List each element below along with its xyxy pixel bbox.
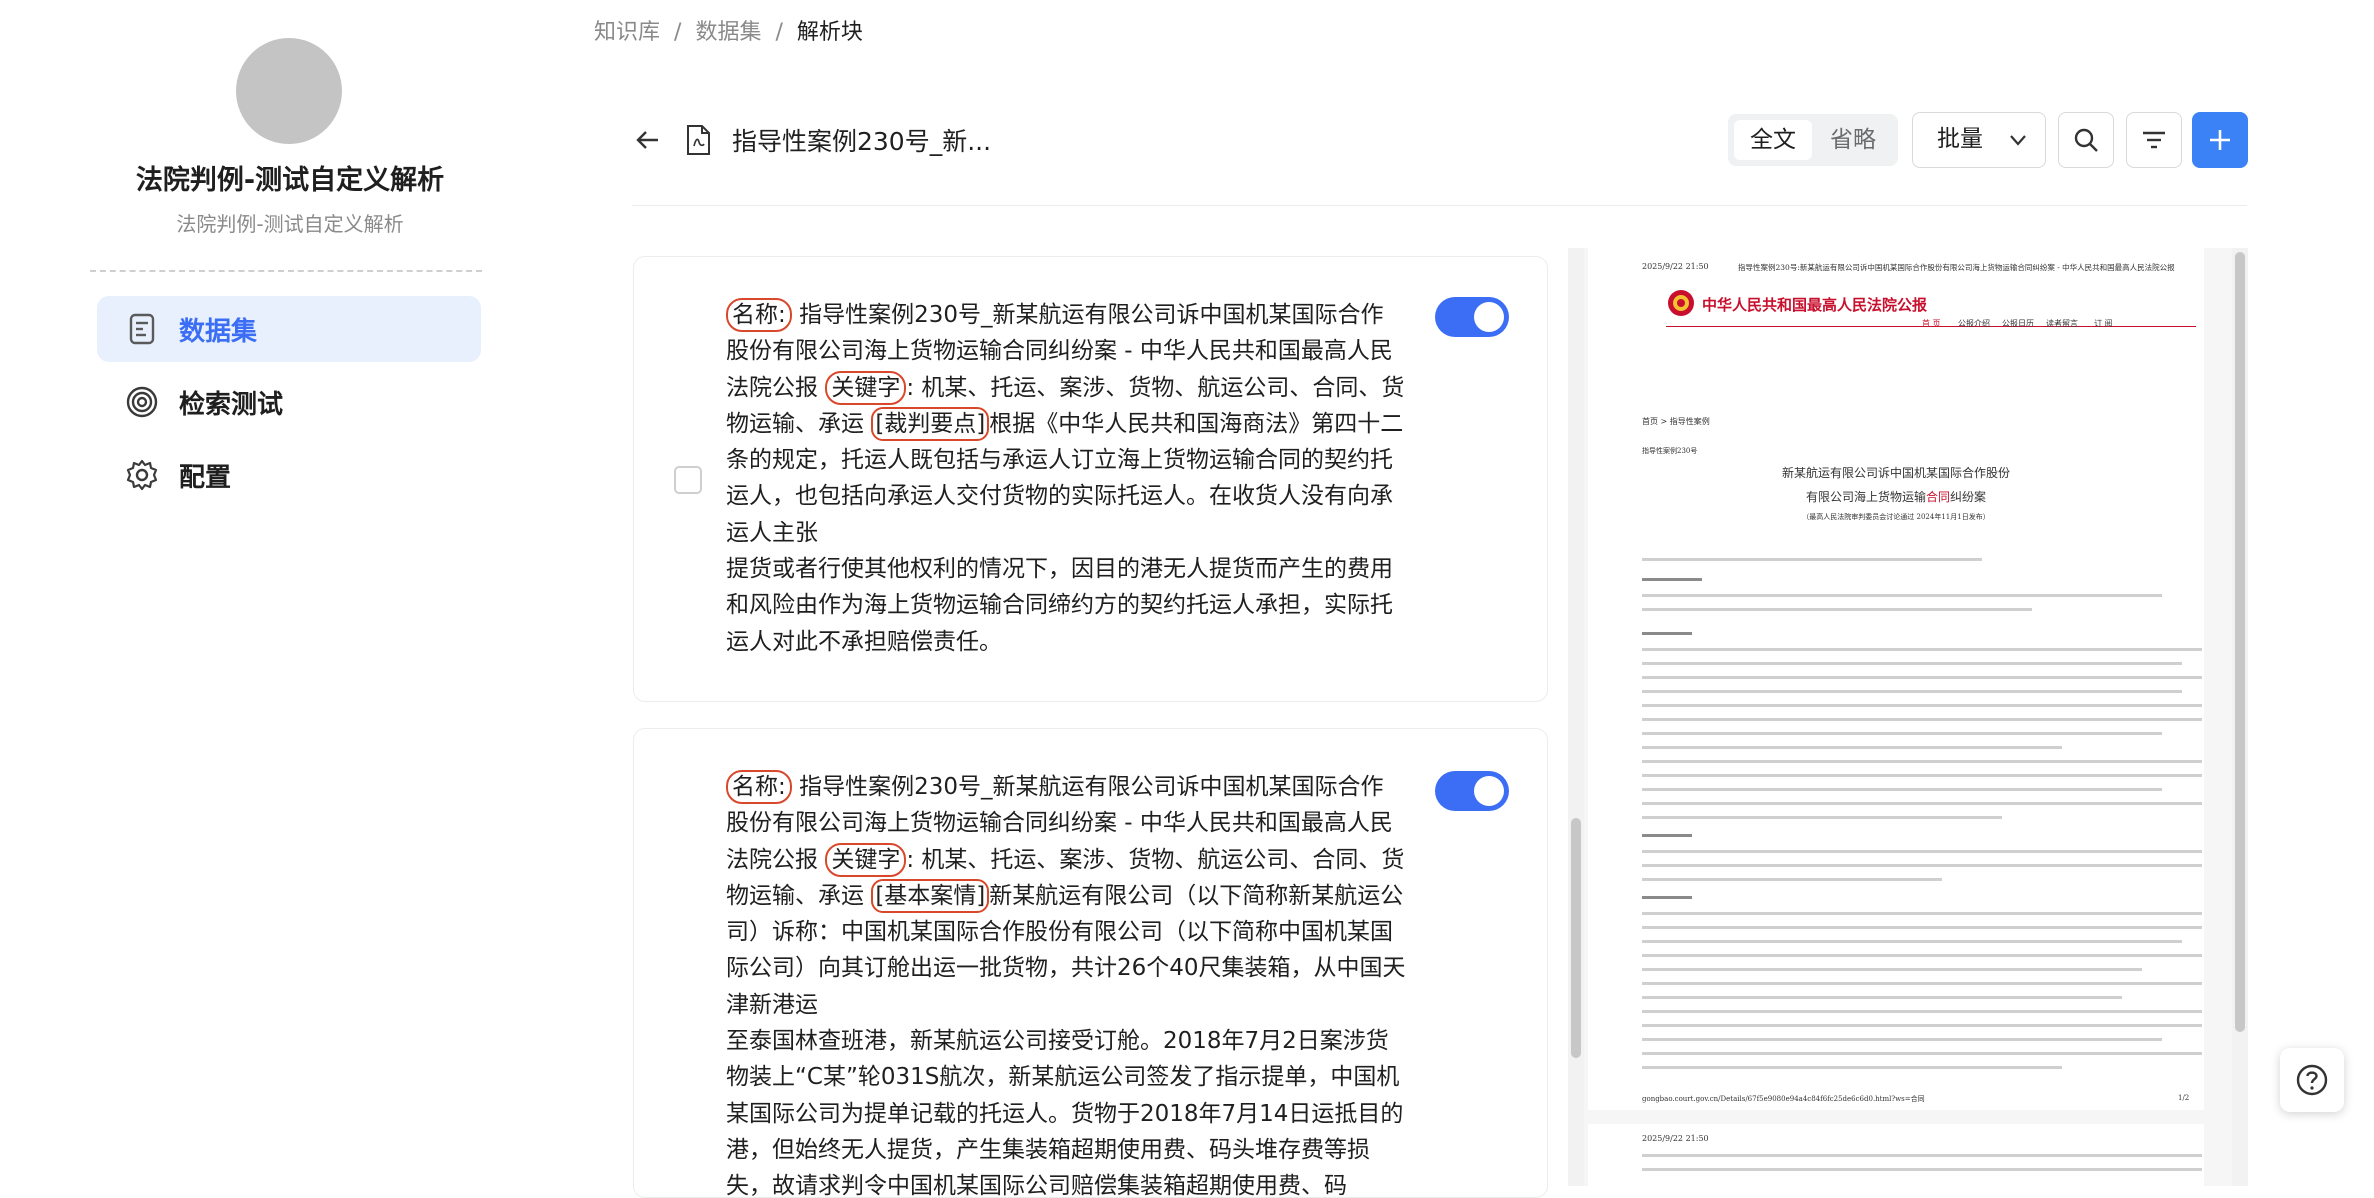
document-preview: 2025/9/22 21:50 指导性案例230号:新某航运有限公司诉中国机某国… <box>1584 248 2234 1186</box>
kb-title: 法院判例-测试自定义解析 <box>135 165 445 196</box>
breadcrumb: 知识库 / 数据集 / 解析块 <box>594 14 863 46</box>
preview-footer-page: 1/2 <box>2178 1094 2190 1102</box>
sidebar: 法院判例-测试自定义解析 法院判例-测试自定义解析 数据集 检索测试 配置 <box>0 0 580 1186</box>
view-mode-toggle: 全文 省略 <box>1728 114 1898 166</box>
preview-case-subtitle: （最高人民法院审判委员会讨论通过 2024年11月1日发布） <box>1802 513 1990 521</box>
full-text-option[interactable]: 全文 <box>1734 120 1812 160</box>
batch-dropdown[interactable]: 批量 <box>1912 112 2046 168</box>
preview-nav-home: 首 页 <box>1922 319 1941 328</box>
preview-masthead: 中华人民共和国最高人民法院公报 <box>1702 296 1928 314</box>
breadcrumb-separator: / <box>674 20 682 45</box>
toolbar-divider <box>632 205 2247 206</box>
preview-case-title-2b: 纠纷案 <box>1950 490 1987 504</box>
preview-date: 2025/9/22 21:50 <box>1642 262 1709 271</box>
chunk-enable-switch[interactable] <box>1435 297 1509 337</box>
preview-case-no: 指导性案例230号 <box>1642 447 1698 455</box>
dataset-icon <box>129 313 155 345</box>
preview-case-title-highlight: 合同 <box>1925 490 1950 504</box>
sidebar-item-label: 配置 <box>179 462 232 493</box>
sidebar-item-dataset[interactable]: 数据集 <box>97 296 481 362</box>
section-tag: [基本案情] <box>871 878 990 913</box>
preview-case-title-2: 有限公司海上货物运输合同纠纷案 <box>1588 488 2204 505</box>
chunk-enable-switch[interactable] <box>1435 771 1509 811</box>
preview-date-2: 2025/9/22 21:50 <box>1642 1134 1709 1143</box>
omit-option[interactable]: 省略 <box>1814 120 1892 160</box>
chunk-list-scrollbar[interactable] <box>1568 248 1584 1186</box>
chunk-content[interactable]: 名称: 指导性案例230号_新某航运有限公司诉中国机某国际合作股份有限公司海上货… <box>726 769 1406 1198</box>
keyword-tag: 关键字 <box>825 370 907 405</box>
preview-case-title-1: 新某航运有限公司诉中国机某国际合作股份 <box>1781 466 2010 480</box>
filter-button[interactable] <box>2126 112 2182 168</box>
preview-page: 2025/9/22 21:50 指导性案例230号:新某航运有限公司诉中国机某国… <box>1588 248 2204 1110</box>
name-tag: 名称: <box>726 298 792 332</box>
preview-nav-intro: 公报介绍 <box>1958 319 1990 328</box>
plus-icon <box>2210 130 2230 150</box>
scrollbar-thumb[interactable] <box>1571 818 1581 1058</box>
chunk-card[interactable]: 名称: 指导性案例230号_新某航运有限公司诉中国机某国际合作股份有限公司海上货… <box>633 256 1548 702</box>
document-title: 指导性案例230号_新... <box>732 127 992 156</box>
chevron-down-icon <box>2010 135 2026 146</box>
sidebar-item-label: 检索测试 <box>179 389 284 420</box>
preview-nav-message: 读者留言 <box>2046 319 2078 328</box>
kb-subtitle: 法院判例-测试自定义解析 <box>176 212 404 236</box>
court-emblem-icon <box>1668 290 1694 316</box>
breadcrumb-separator: / <box>775 20 783 45</box>
chunk-toolbar: 指导性案例230号_新... 全文 省略 批量 <box>632 106 2248 176</box>
retrieval-icon <box>126 386 158 418</box>
search-icon <box>2074 128 2098 152</box>
sidebar-item-label: 数据集 <box>179 316 258 347</box>
name-tag: 名称: <box>726 770 792 804</box>
chunk-body-2: 提货或者行使其他权利的情况下，因目的港无人提货而产生的费用和风险由作为海上货物运… <box>726 556 1393 655</box>
chunk-body-2: 至泰国林查班港，新某航运公司接受订舱。2018年7月2日案涉货物装上“C某”轮0… <box>726 1028 1404 1198</box>
preview-header-title: 指导性案例230号:新某航运有限公司诉中国机某国际合作股份有限公司海上货物运输合… <box>1738 263 2175 272</box>
scrollbar-thumb[interactable] <box>2235 252 2245 1032</box>
sidebar-item-config[interactable]: 配置 <box>97 442 481 508</box>
pdf-file-icon <box>687 125 710 155</box>
gear-icon <box>126 459 158 491</box>
preview-case-title-2a: 有限公司海上货物运输 <box>1805 490 1926 504</box>
breadcrumb-knowledge-base[interactable]: 知识库 <box>594 20 660 45</box>
breadcrumb-current: 解析块 <box>796 20 863 45</box>
sidebar-divider <box>90 270 482 272</box>
preview-scrollbar[interactable] <box>2232 248 2248 1186</box>
help-icon <box>2296 1064 2328 1096</box>
help-button[interactable] <box>2280 1048 2344 1112</box>
section-tag: [裁判要点] <box>871 406 990 441</box>
filter-icon <box>2143 131 2165 149</box>
breadcrumb-dataset[interactable]: 数据集 <box>695 20 761 45</box>
preview-page-2: 2025/9/22 21:50 <box>1588 1124 2204 1186</box>
sidebar-item-retrieval[interactable]: 检索测试 <box>97 369 481 435</box>
chunk-checkbox[interactable] <box>674 466 702 494</box>
preview-nav-calendar: 公报日历 <box>2002 319 2034 328</box>
preview-nav-subscribe: 订 阅 <box>2094 319 2113 328</box>
chunk-card[interactable]: 名称: 指导性案例230号_新某航运有限公司诉中国机某国际合作股份有限公司海上货… <box>633 728 1548 1198</box>
search-button[interactable] <box>2058 112 2114 168</box>
batch-label: 批量 <box>1937 126 1983 152</box>
back-arrow-icon[interactable] <box>632 124 664 156</box>
keyword-tag: 关键字 <box>825 842 907 877</box>
avatar <box>236 38 342 144</box>
preview-footer-url: gongbao.court.gov.cn/Details/67f5e9080e9… <box>1642 1095 1925 1103</box>
chunk-content[interactable]: 名称: 指导性案例230号_新某航运有限公司诉中国机某国际合作股份有限公司海上货… <box>726 297 1406 660</box>
preview-crumb: 首页 > 指导性案例 <box>1642 417 1710 426</box>
add-chunk-button[interactable] <box>2192 112 2248 168</box>
